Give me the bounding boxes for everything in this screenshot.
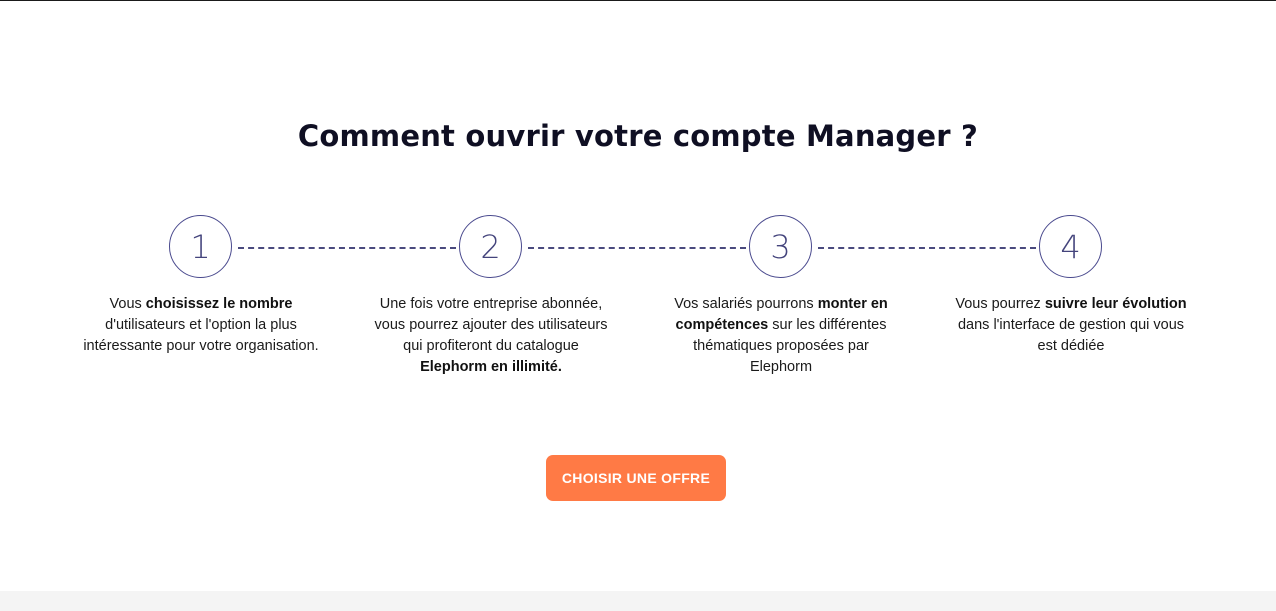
step-1-description: Vous choisissez le nombre d'utilisateurs…: [81, 294, 321, 357]
choose-offer-button[interactable]: CHOISIR UNE OFFRE: [546, 455, 726, 501]
step-4-circle: 4: [1039, 215, 1102, 278]
step-2-number: 2: [480, 227, 501, 266]
step-3-description: Vos salariés pourrons monter en compéten…: [661, 294, 901, 378]
step-text-emphasis: suivre leur évolution: [1044, 296, 1187, 312]
step-text-emphasis: Elephorm en illimité.: [420, 359, 562, 375]
step-connector-2-3: [528, 247, 746, 249]
step-3-circle: 3: [749, 215, 812, 278]
step-text-run: d'utilisateurs et l'option la plus intér…: [83, 317, 319, 354]
step-3-number: 3: [770, 227, 791, 266]
top-border: [0, 0, 1276, 1]
step-4-description: Vous pourrez suivre leur évolution dans …: [951, 294, 1191, 357]
step-text-run: Une fois votre entreprise abonnée, vous …: [374, 296, 608, 354]
step-1-number: 1: [190, 227, 211, 266]
step-1-circle: 1: [169, 215, 232, 278]
step-text-run: Vous pourrez: [955, 296, 1045, 312]
step-text-run: Vous: [109, 296, 146, 312]
step-text-emphasis: choisissez le nombre: [145, 296, 293, 312]
step-2-circle: 2: [459, 215, 522, 278]
page-title: Comment ouvrir votre compte Manager ?: [297, 119, 979, 153]
step-4-number: 4: [1060, 227, 1081, 266]
footer-band: [0, 591, 1276, 611]
step-text-run: Vos salariés pourrons: [674, 296, 818, 312]
step-connector-1-2: [238, 247, 456, 249]
step-2-description: Une fois votre entreprise abonnée, vous …: [371, 294, 611, 378]
step-connector-3-4: [818, 247, 1036, 249]
step-text-run: dans l'interface de gestion qui vous est…: [957, 317, 1185, 354]
